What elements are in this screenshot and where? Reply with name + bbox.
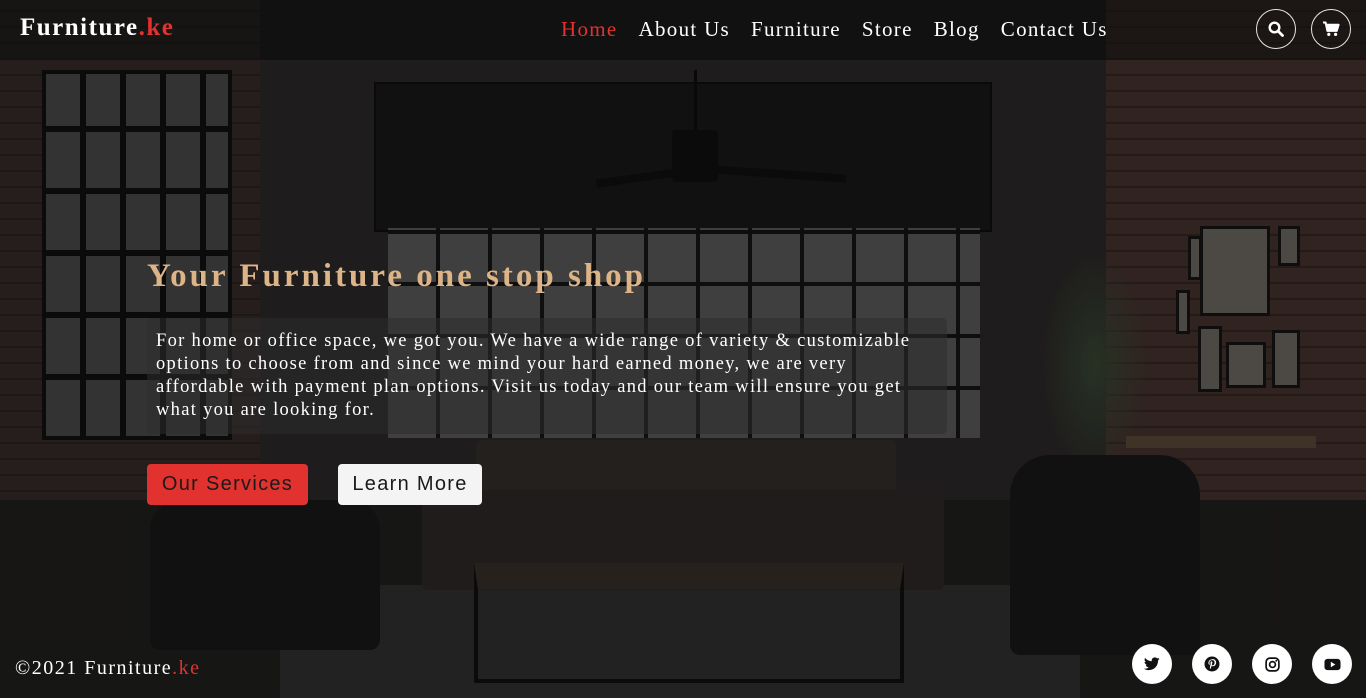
search-button[interactable] [1256,9,1296,49]
site-logo[interactable]: Furniture.ke [20,14,174,42]
instagram-icon [1264,656,1280,672]
logo-text: Furniture [20,14,139,41]
nav-link-home[interactable]: Home [561,17,618,41]
top-navbar: Furniture.ke Home About Us Furniture Sto… [0,0,1366,60]
learn-more-button[interactable]: Learn More [338,464,482,505]
youtube-link[interactable] [1312,644,1352,684]
copyright-text: ©2021 Furniture.ke [15,657,201,680]
hero-description: For home or office space, we got you. We… [147,318,947,434]
pinterest-link[interactable] [1192,644,1232,684]
logo-accent: .ke [138,14,175,41]
hero-title: Your Furniture one stop shop [147,258,647,294]
copyright-main: ©2021 Furniture [15,657,173,679]
cart-icon [1323,21,1340,36]
search-icon [1268,21,1284,37]
nav-link-store[interactable]: Store [862,17,913,41]
main-nav: Home About Us Furniture Store Blog Conta… [561,17,1108,41]
youtube-icon [1323,658,1341,670]
twitter-link[interactable] [1132,644,1172,684]
cart-button[interactable] [1311,9,1351,49]
twitter-icon [1144,657,1160,671]
our-services-button[interactable]: Our Services [147,464,308,505]
nav-link-contact-us[interactable]: Contact Us [1001,17,1108,41]
nav-link-about-us[interactable]: About Us [639,17,731,41]
instagram-link[interactable] [1252,644,1292,684]
nav-link-blog[interactable]: Blog [934,17,980,41]
pinterest-icon [1204,656,1220,672]
copyright-accent: .ke [172,657,201,679]
nav-link-furniture[interactable]: Furniture [751,17,841,41]
